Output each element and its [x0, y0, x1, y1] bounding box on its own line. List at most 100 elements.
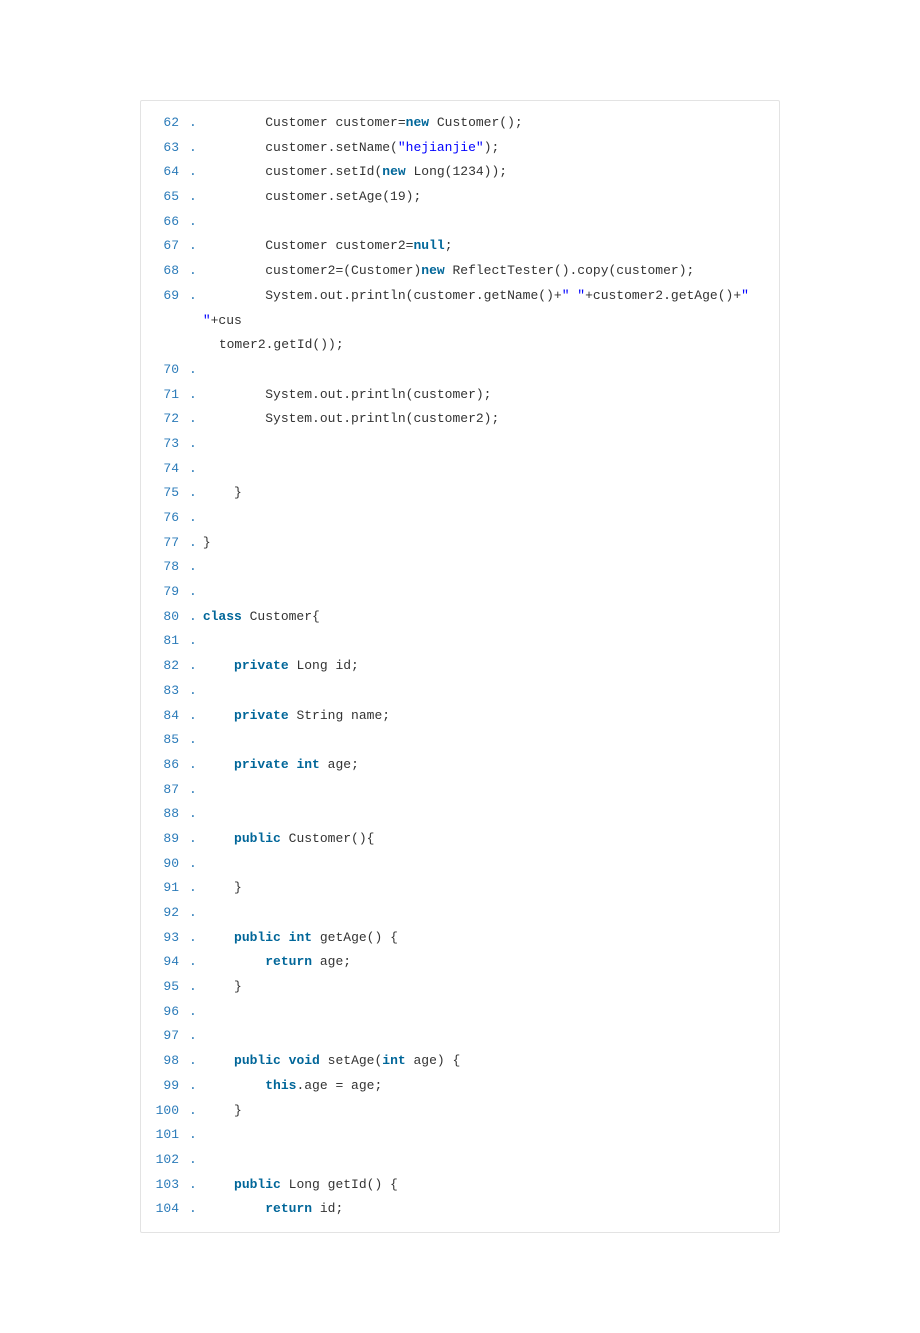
line-dot: . — [189, 1049, 203, 1074]
code-text — [203, 778, 779, 803]
code-line: 74. — [141, 457, 779, 482]
code-line: 102. — [141, 1148, 779, 1173]
code-line: 80.class Customer{ — [141, 605, 779, 630]
code-line: 104. return id; — [141, 1197, 779, 1222]
code-text: return id; — [203, 1197, 779, 1222]
line-number: 72 — [141, 407, 189, 432]
line-dot: . — [189, 901, 203, 926]
line-dot: . — [189, 654, 203, 679]
code-line: 75. } — [141, 481, 779, 506]
line-dot: . — [189, 605, 203, 630]
code-line: 76. — [141, 506, 779, 531]
code-text: customer.setAge(19); — [203, 185, 779, 210]
line-number: 71 — [141, 383, 189, 408]
line-number: 92 — [141, 901, 189, 926]
code-line: 92. — [141, 901, 779, 926]
code-line: 87. — [141, 778, 779, 803]
line-number: 103 — [141, 1173, 189, 1198]
code-block: 62. Customer customer=new Customer(); 63… — [140, 100, 780, 1233]
line-dot: . — [189, 629, 203, 654]
line-number: 63 — [141, 136, 189, 161]
line-dot: . — [189, 210, 203, 235]
code-text — [203, 679, 779, 704]
line-dot: . — [189, 358, 203, 383]
code-text — [203, 506, 779, 531]
line-dot: . — [189, 111, 203, 136]
code-text — [203, 432, 779, 457]
line-number: 86 — [141, 753, 189, 778]
code-line: 79. — [141, 580, 779, 605]
line-number: 95 — [141, 975, 189, 1000]
line-number: 81 — [141, 629, 189, 654]
code-line: 73. — [141, 432, 779, 457]
code-line: 68. customer2=(Customer)new ReflectTeste… — [141, 259, 779, 284]
code-line: 70. — [141, 358, 779, 383]
line-dot: . — [189, 383, 203, 408]
code-text — [203, 1000, 779, 1025]
code-text: } — [203, 1099, 779, 1124]
code-text: public void setAge(int age) { — [203, 1049, 779, 1074]
line-dot: . — [189, 506, 203, 531]
line-number: 65 — [141, 185, 189, 210]
code-text — [203, 852, 779, 877]
line-dot: . — [189, 481, 203, 506]
line-dot: . — [189, 704, 203, 729]
line-number: 97 — [141, 1024, 189, 1049]
line-number: 93 — [141, 926, 189, 951]
code-text — [203, 728, 779, 753]
code-text: Customer customer=new Customer(); — [203, 111, 779, 136]
code-text: return age; — [203, 950, 779, 975]
code-text: } — [203, 876, 779, 901]
line-number: 79 — [141, 580, 189, 605]
line-number: 83 — [141, 679, 189, 704]
line-number: 69 — [141, 284, 189, 309]
line-dot: . — [189, 1148, 203, 1173]
line-dot: . — [189, 1024, 203, 1049]
line-dot: . — [189, 160, 203, 185]
code-line: 81. — [141, 629, 779, 654]
code-line: 103. public Long getId() { — [141, 1173, 779, 1198]
line-dot: . — [189, 1099, 203, 1124]
code-text: System.out.println(customer2); — [203, 407, 779, 432]
line-number: 104 — [141, 1197, 189, 1222]
line-number: 78 — [141, 555, 189, 580]
code-text: } — [203, 975, 779, 1000]
code-text: customer2=(Customer)new ReflectTester().… — [203, 259, 779, 284]
line-number: 101 — [141, 1123, 189, 1148]
code-text: } — [203, 531, 779, 556]
line-number: 84 — [141, 704, 189, 729]
code-text — [203, 901, 779, 926]
line-number: 87 — [141, 778, 189, 803]
line-dot: . — [189, 259, 203, 284]
code-text: customer.setName("hejianjie"); — [203, 136, 779, 161]
line-dot: . — [189, 234, 203, 259]
code-text: Customer customer2=null; — [203, 234, 779, 259]
code-text: this.age = age; — [203, 1074, 779, 1099]
line-number: 66 — [141, 210, 189, 235]
code-text: class Customer{ — [203, 605, 779, 630]
code-text — [203, 1024, 779, 1049]
line-number: 102 — [141, 1148, 189, 1173]
code-line: 82. private Long id; — [141, 654, 779, 679]
code-line: 69. System.out.println(customer.getName(… — [141, 284, 779, 358]
line-number: 62 — [141, 111, 189, 136]
code-text — [203, 555, 779, 580]
code-list: 62. Customer customer=new Customer(); 63… — [141, 111, 779, 1222]
line-dot: . — [189, 432, 203, 457]
code-line: 83. — [141, 679, 779, 704]
line-dot: . — [189, 802, 203, 827]
code-text: System.out.println(customer); — [203, 383, 779, 408]
code-line: 62. Customer customer=new Customer(); — [141, 111, 779, 136]
line-dot: . — [189, 555, 203, 580]
code-text — [203, 802, 779, 827]
code-line: 95. } — [141, 975, 779, 1000]
line-number: 73 — [141, 432, 189, 457]
code-text — [203, 210, 779, 235]
code-line: 63. customer.setName("hejianjie"); — [141, 136, 779, 161]
code-line: 67. Customer customer2=null; — [141, 234, 779, 259]
line-dot: . — [189, 185, 203, 210]
line-number: 76 — [141, 506, 189, 531]
code-text: private Long id; — [203, 654, 779, 679]
code-line: 96. — [141, 1000, 779, 1025]
code-line: 84. private String name; — [141, 704, 779, 729]
